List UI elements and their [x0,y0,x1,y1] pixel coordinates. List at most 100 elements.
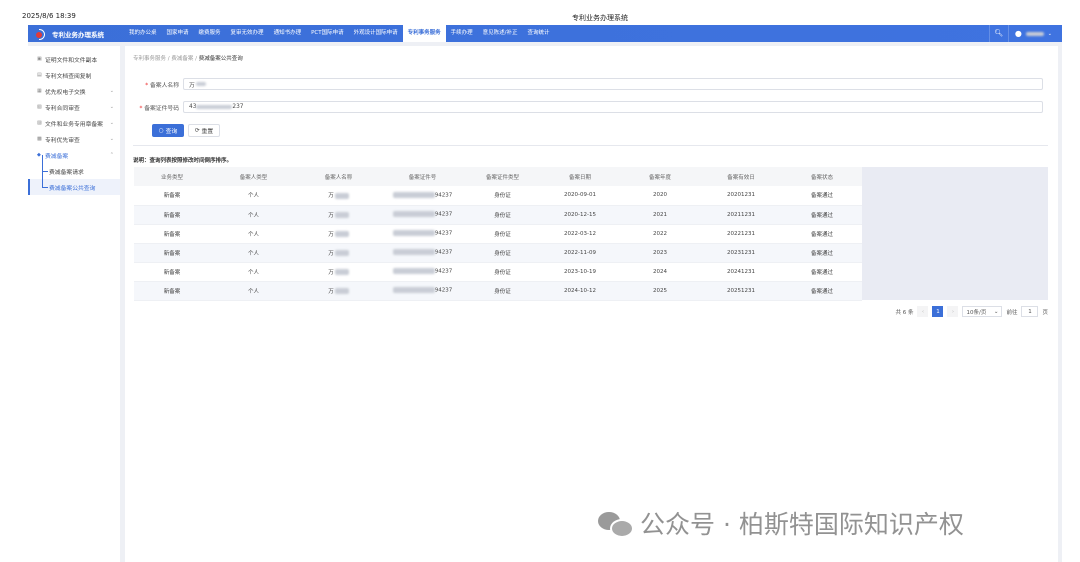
nav-item[interactable]: 我的办公桌 [124,25,162,42]
table-cell: 20221231 [700,224,782,244]
nav-item[interactable]: PCT国际申请 [306,25,349,42]
watermark: 公众号 · 柏斯特国际知识产权 [598,505,964,541]
table-cell: 94237 [380,205,465,225]
table-cell: 94237 [380,281,465,301]
table-cell: 2022-11-09 [540,243,620,263]
nav-item[interactable]: 复审无效办理 [226,25,269,42]
nav-item[interactable]: 查询统计 [523,25,555,42]
id-number-label: * 备案证件号码 [139,105,179,112]
table-cell: 新备案 [134,205,210,225]
chevron-down-icon: ⌄ [109,136,114,142]
nav-item[interactable]: 缴费服务 [194,25,226,42]
column-header: 备案人名称 [297,167,380,186]
sidebar-subitem[interactable]: 费减备案公共查询 [28,171,120,195]
nav-item[interactable]: 手续办理 [446,25,478,42]
nav-item[interactable]: 意见陈述/补正 [478,25,523,42]
total-count: 共 6 条 [895,309,914,316]
table-row: 新备案 个人万 94237 身份证 2020-12-15 2021 20211231 备案通过 [134,205,862,225]
table-cell: 身份证 [465,243,540,263]
title-bar: 2025/8/6 18:39 专利业务办理系统 [0,0,1080,24]
table-cell: 个人 [210,205,297,225]
table-cell: 万 [297,243,380,263]
table-cell: 20231231 [700,243,782,263]
table-cell: 万 [297,186,380,206]
column-header: 备案人类型 [210,167,297,186]
sidebar-item-label: 优先权电子交换 [45,89,86,96]
breadcrumb-item[interactable]: 费减备案 [171,56,193,62]
username-blurred [1025,31,1044,36]
sidebar-item[interactable]: ▩ 专利优先审查 ⌄ [28,131,120,147]
breadcrumb-item[interactable]: 专利事务服务 [133,56,166,62]
id-number-input[interactable]: 43 237 [183,101,1043,113]
table-cell: 新备案 [134,262,210,282]
sidebar-item-label: 专利文档查阅复制 [45,73,92,80]
table-cell: 万 [297,224,380,244]
table-cell: 20201231 [700,186,782,206]
sidebar-item[interactable]: ▣ 证明文件和文件副本 [28,51,120,67]
table-cell: 新备案 [134,281,210,301]
column-header: 备案证件号 [380,167,465,186]
goto-label: 前往 [1006,309,1018,316]
table-row: 新备案 个人万 94237 身份证 2023-10-19 2024 20241231 备案通过 [134,262,862,282]
chevron-down-icon: ⌄ [109,120,114,126]
nav-item[interactable]: 专利事务服务 [402,25,446,42]
user-icon: ● [1014,29,1022,38]
table-cell: 94237 [380,243,465,263]
user-menu[interactable]: ● ⌄ [1009,29,1062,38]
table-cell: 身份证 [465,224,540,244]
table-cell: 2025 [620,281,700,301]
nav-item[interactable]: 通知书办理 [269,25,307,42]
query-button[interactable]: ○ 查询 [152,124,184,137]
page-button[interactable]: 1 [932,306,944,317]
table-cell: 备案通过 [782,205,862,225]
table-cell: 新备案 [134,224,210,244]
sidebar-item[interactable]: ▨ 文件和业务专用章备案 ⌄ [28,115,120,131]
table-cell: 2021 [620,205,700,225]
next-page-button[interactable]: › [947,306,959,317]
prev-page-button[interactable]: ‹ [917,306,929,317]
sidebar-item[interactable]: ▧ 专利合同审查 ⌄ [28,99,120,115]
column-header: 备案证件类型 [465,167,540,186]
chevron-down-icon: ⌄ [993,308,999,315]
nav-item[interactable]: 外观设计国际申请 [349,25,403,42]
table-row: 新备案 个人万 94237 身份证 2022-03-12 2022 20221231 备案通过 [134,224,862,244]
chevron-down-icon: ⌄ [109,88,114,94]
table-cell: 2020-12-15 [540,205,620,225]
top-nav: 专利业务办理系统 我的办公桌 国家申请 缴费服务 复审无效办理 通知书办理 PCT国际申请… [28,25,1062,42]
search-icon[interactable]: 🔍︎ [988,25,1009,42]
sidebar-item-label: 费减备案 [45,153,69,160]
chevron-down-icon: ⌄ [109,104,114,110]
window-title: 专利业务办理系统 [572,14,628,22]
chevron-down-icon: ⌄ [1047,30,1052,37]
table-cell: 2023-10-19 [540,262,620,282]
table-cell: 备案通过 [782,243,862,263]
page-size-select[interactable]: 10条/页 ⌄ [962,306,1003,317]
column-header: 业务类型 [134,167,210,186]
exchange-icon: ▦ [37,88,42,94]
breadcrumb: 专利事务服务 / 费减备案 / 费减备案公共查询 [133,56,243,62]
table-cell: 2024 [620,262,700,282]
nav-item[interactable]: 国家申请 [162,25,194,42]
table-cell: 2022 [620,224,700,244]
table-cell: 身份证 [465,262,540,282]
table-cell: 个人 [210,243,297,263]
table-cell: 2024-10-12 [540,281,620,301]
table-cell: 2020-09-01 [540,186,620,206]
sidebar-item[interactable]: ▦ 优先权电子交换 ⌄ [28,83,120,99]
sidebar-item-label: 专利合同审查 [45,105,80,112]
table-cell: 20251231 [700,281,782,301]
reset-button[interactable]: ⟳ 重置 [188,124,220,137]
table-cell: 备案通过 [782,186,862,206]
logo-icon [36,28,46,40]
breadcrumb-current: 费减备案公共查询 [198,56,243,62]
goto-page-input[interactable]: 1 [1021,306,1039,317]
table-cell: 2022-03-12 [540,224,620,244]
document-icon: ▤ [37,72,42,78]
name-input[interactable]: 万 [183,78,1043,90]
sidebar-item-label: 证明文件和文件副本 [45,57,98,64]
column-header: 备案有效日 [700,167,782,186]
table-cell: 94237 [380,262,465,282]
table-cell: 新备案 [134,186,210,206]
sidebar-item[interactable]: ▤ 专利文档查阅复制 [28,67,120,83]
app-logo[interactable]: 专利业务办理系统 [28,28,124,40]
